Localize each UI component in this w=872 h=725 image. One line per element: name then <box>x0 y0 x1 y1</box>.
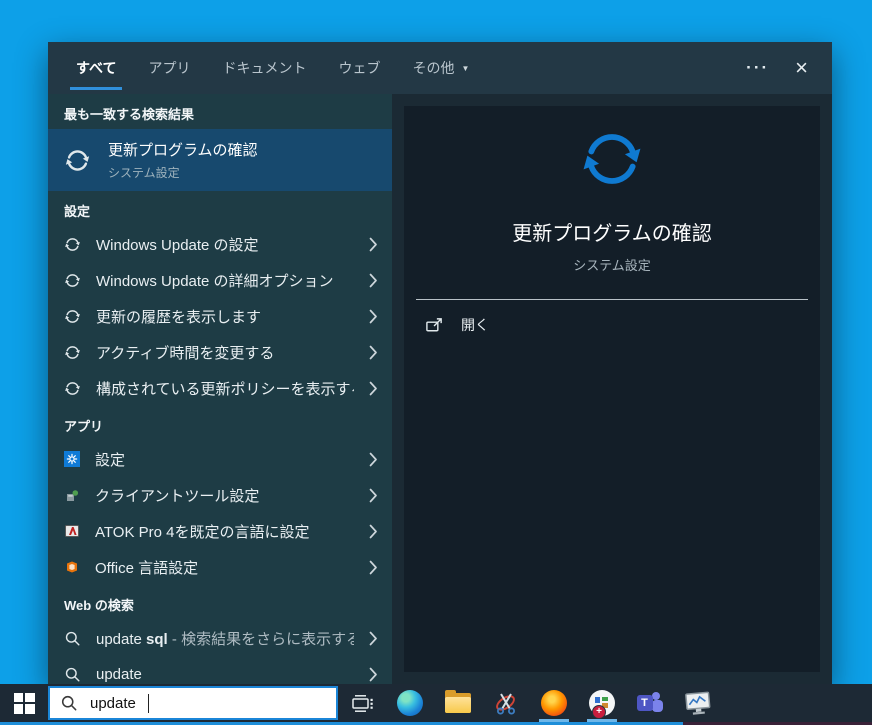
atok-icon <box>64 523 80 539</box>
monitor-chart-app-icon <box>685 691 711 715</box>
best-match-subtitle: システム設定 <box>108 166 180 180</box>
apps-section-header: アプリ <box>64 419 104 434</box>
chevron-down-icon: ▼ <box>461 63 470 73</box>
taskbar-app-teams[interactable]: T <box>626 684 674 722</box>
search-results-list: 最も一致する検索結果 更新プログラムの確認 システム設定 設定 Windows … <box>48 94 392 684</box>
settings-gear-icon <box>64 451 80 467</box>
web-section-header: Web の検索 <box>64 598 134 613</box>
tab-all[interactable]: すべて <box>69 42 124 94</box>
windows-logo-icon <box>13 692 35 714</box>
more-options-button[interactable]: ··· <box>746 58 769 78</box>
preview-subtitle: システム設定 <box>573 258 651 273</box>
sync-icon <box>64 147 91 174</box>
sync-icon-large <box>579 126 645 192</box>
chevron-right-icon <box>369 524 378 539</box>
firefox-icon <box>541 690 567 716</box>
edge-icon <box>397 690 423 716</box>
sync-icon <box>64 344 81 361</box>
tab-more[interactable]: その他 ▼ <box>412 42 469 94</box>
office-icon <box>64 559 80 575</box>
taskbar-app-edge[interactable] <box>386 684 434 722</box>
open-external-icon <box>425 316 444 335</box>
tiles-app-with-plus-badge-icon: + <box>589 690 615 719</box>
task-view-button[interactable] <box>338 684 386 722</box>
chevron-right-icon <box>369 560 378 575</box>
taskbar-app-monitor[interactable] <box>674 684 722 722</box>
result-app-client-tools[interactable]: クライアントツール設定 <box>48 477 392 513</box>
search-icon <box>60 694 78 712</box>
preview-title: 更新プログラムの確認 <box>512 223 712 245</box>
preview-pane: 更新プログラムの確認 システム設定 開く <box>392 94 832 684</box>
chevron-right-icon <box>369 381 378 396</box>
plus-badge-icon: + <box>592 705 606 719</box>
best-match-title: 更新プログラムの確認 <box>108 142 258 159</box>
result-update-policies[interactable]: 構成されている更新ポリシーを表示する <box>48 370 392 406</box>
teams-icon: T <box>636 690 664 716</box>
search-tab-bar: すべて アプリ ドキュメント ウェブ その他 ▼ ··· × <box>48 42 832 94</box>
taskbar-app-file-explorer[interactable] <box>434 684 482 722</box>
chevron-right-icon <box>369 345 378 360</box>
chevron-right-icon <box>369 667 378 682</box>
chevron-right-icon <box>369 273 378 288</box>
tab-web[interactable]: ウェブ <box>338 42 380 94</box>
sync-icon <box>64 272 81 289</box>
chevron-right-icon <box>369 631 378 646</box>
tab-documents[interactable]: ドキュメント <box>222 42 306 94</box>
client-tools-icon <box>64 487 80 503</box>
start-button[interactable] <box>0 684 48 722</box>
best-match-section-header: 最も一致する検索結果 <box>64 107 195 122</box>
search-icon <box>64 630 81 647</box>
text-cursor <box>147 693 149 713</box>
sync-icon <box>64 308 81 325</box>
taskbar-app-firefox[interactable] <box>530 684 578 722</box>
result-update-history[interactable]: 更新の履歴を表示します <box>48 298 392 334</box>
result-active-hours[interactable]: アクティブ時間を変更する <box>48 334 392 370</box>
result-app-office-language[interactable]: Office 言語設定 <box>48 549 392 585</box>
snipping-tool-icon <box>493 690 519 716</box>
result-app-atok[interactable]: ATOK Pro 4を既定の言語に設定 <box>48 513 392 549</box>
result-app-settings[interactable]: 設定 <box>48 441 392 477</box>
result-windows-update-advanced[interactable]: Windows Update の詳細オプション <box>48 262 392 298</box>
taskbar-app-snipping-tool[interactable] <box>482 684 530 722</box>
taskbar-search-input[interactable]: update <box>48 686 338 720</box>
result-windows-update-settings[interactable]: Windows Update の設定 <box>48 226 392 262</box>
taskbar: update + T <box>0 684 872 722</box>
sync-icon <box>64 236 81 253</box>
search-flyout-panel: すべて アプリ ドキュメント ウェブ その他 ▼ ··· × 最も一致する検索結… <box>48 42 832 684</box>
chevron-right-icon <box>369 237 378 252</box>
taskbar-search-value: update <box>90 694 136 712</box>
result-web-update-sql[interactable]: update sql - 検索結果をさらに表示する <box>48 620 392 656</box>
taskbar-app-tiles[interactable]: + <box>578 684 626 722</box>
best-match-result[interactable]: 更新プログラムの確認 システム設定 <box>48 129 392 191</box>
open-action-label: 開く <box>461 317 489 333</box>
open-action[interactable]: 開く <box>404 300 820 350</box>
chevron-right-icon <box>369 452 378 467</box>
file-explorer-icon <box>445 690 471 713</box>
tab-apps[interactable]: アプリ <box>148 42 190 94</box>
task-view-icon <box>351 694 373 712</box>
settings-section-header: 設定 <box>64 204 91 219</box>
chevron-right-icon <box>369 488 378 503</box>
sync-icon <box>64 380 81 397</box>
result-web-update[interactable]: update <box>48 656 392 684</box>
chevron-right-icon <box>369 309 378 324</box>
close-button[interactable]: × <box>795 57 808 79</box>
search-icon <box>64 666 81 683</box>
